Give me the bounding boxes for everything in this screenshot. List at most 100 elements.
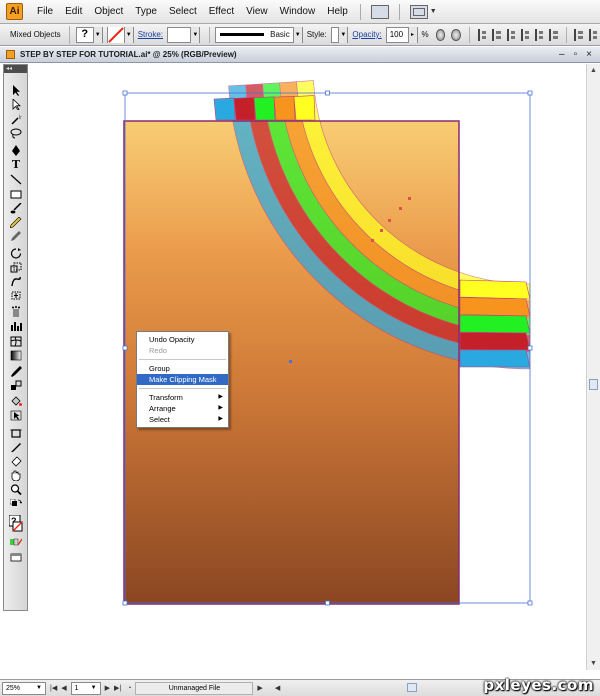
- chevron-down-icon[interactable]: ▼: [123, 26, 133, 43]
- previous-artboard-icon[interactable]: ◀: [61, 684, 66, 692]
- document-title-bar[interactable]: STEP BY STEP FOR TUTORIAL.ai* @ 25% (RGB…: [0, 47, 600, 63]
- screen-mode-icon[interactable]: [9, 552, 23, 563]
- chevron-down-icon[interactable]: ▼: [91, 685, 97, 691]
- restore-button[interactable]: ▫: [574, 49, 578, 60]
- opacity-link[interactable]: Opacity:: [352, 30, 381, 39]
- stroke-weight-field[interactable]: ▼: [167, 26, 201, 43]
- zoom-level-field[interactable]: 25% ▼: [2, 681, 46, 695]
- rectangle-tool-icon[interactable]: [9, 189, 23, 200]
- close-button[interactable]: ×: [586, 49, 592, 60]
- scale-tool-icon[interactable]: [9, 262, 23, 273]
- align-center-icon[interactable]: [492, 28, 501, 41]
- gradient-tool-icon[interactable]: [9, 350, 23, 361]
- opacity-field[interactable]: 100 ▸: [385, 26, 418, 43]
- pencil-tool-icon[interactable]: [9, 217, 23, 228]
- chevron-down-icon[interactable]: ▼: [36, 685, 42, 691]
- scroll-down-icon[interactable]: ▼: [588, 658, 599, 669]
- selection-tool-icon[interactable]: [9, 85, 23, 96]
- arrange-documents-icon[interactable]: [409, 4, 428, 19]
- type-tool-icon[interactable]: T: [9, 158, 23, 171]
- artboard-number-field[interactable]: 1 ▼: [70, 681, 101, 695]
- slice-tool-icon[interactable]: [9, 442, 23, 453]
- warp-tool-icon[interactable]: [9, 276, 23, 287]
- default-fill-stroke-icon[interactable]: [9, 499, 23, 510]
- chevron-down-icon[interactable]: ▼: [190, 26, 200, 43]
- menu-edit[interactable]: Edit: [59, 0, 88, 24]
- selection-handle[interactable]: [122, 90, 128, 96]
- menu-help[interactable]: Help: [321, 0, 354, 24]
- align-bottom-icon[interactable]: [549, 28, 558, 41]
- symbol-sprayer-tool-icon[interactable]: [9, 306, 23, 317]
- rainbow-band-caps[interactable]: [213, 95, 316, 121]
- chevron-right-icon[interactable]: ▸: [407, 26, 417, 43]
- chevron-down-icon[interactable]: ▼: [292, 26, 302, 43]
- artwork-canvas[interactable]: [0, 47, 600, 696]
- status-menu-icon[interactable]: ▶: [257, 684, 262, 692]
- selection-handle[interactable]: [325, 90, 330, 96]
- eraser-tool-icon[interactable]: [9, 456, 23, 467]
- context-menu-item-transform[interactable]: Transform ▶: [137, 392, 228, 403]
- next-artboard-icon[interactable]: ▶: [105, 684, 110, 692]
- rainbow-band-ends[interactable]: [459, 279, 531, 368]
- column-graph-tool-icon[interactable]: [9, 320, 23, 331]
- eyedropper-tool-icon[interactable]: [9, 366, 23, 377]
- live-paint-selection-tool-icon[interactable]: [9, 410, 23, 421]
- chevron-down-icon[interactable]: ▼: [430, 8, 437, 15]
- lasso-tool-icon[interactable]: [9, 128, 23, 139]
- vertical-scroll-thumb[interactable]: [589, 379, 598, 390]
- context-menu-item-group[interactable]: Group: [137, 363, 228, 374]
- minimize-button[interactable]: –: [559, 49, 565, 60]
- fill-stroke-swatch-icon[interactable]: ?: [9, 515, 23, 533]
- rainbow-band-end[interactable]: [459, 279, 531, 300]
- rainbow-band-end[interactable]: [459, 332, 531, 351]
- chevron-down-icon[interactable]: ▼: [338, 26, 348, 43]
- brush-definition-control[interactable]: Basic ▼: [215, 26, 303, 43]
- vertical-scrollbar[interactable]: ▲ ▼: [586, 64, 600, 670]
- selection-handle[interactable]: [325, 600, 330, 606]
- selection-handle[interactable]: [122, 345, 128, 351]
- context-menu-item-select[interactable]: Select ▶: [137, 414, 228, 425]
- rainbow-band-end[interactable]: [459, 297, 531, 317]
- stroke-link[interactable]: Stroke:: [138, 30, 163, 39]
- status-field[interactable]: Unmanaged File: [135, 681, 254, 695]
- chevron-down-icon[interactable]: ▼: [92, 26, 102, 43]
- rotate-tool-icon[interactable]: [9, 248, 23, 259]
- magic-wand-tool-icon[interactable]: [9, 114, 23, 125]
- scroll-left-icon[interactable]: ◀: [275, 684, 280, 692]
- fill-swatch[interactable]: ?: [77, 27, 93, 43]
- paintbrush-tool-icon[interactable]: [9, 203, 23, 214]
- rainbow-band-cap[interactable]: [213, 97, 236, 121]
- hand-tool-icon[interactable]: [9, 470, 23, 481]
- blob-brush-tool-icon[interactable]: [9, 231, 23, 242]
- rainbow-band-end[interactable]: [459, 314, 531, 334]
- horizontal-scroll-thumb[interactable]: [407, 683, 417, 692]
- selection-handle[interactable]: [527, 90, 533, 96]
- document-setup-icon[interactable]: [451, 28, 462, 41]
- rainbow-band-cap[interactable]: [273, 95, 296, 121]
- context-menu-item-arrange[interactable]: Arrange ▶: [137, 403, 228, 414]
- graphic-style-control[interactable]: ▼: [330, 26, 349, 43]
- menu-object[interactable]: Object: [88, 0, 129, 24]
- opacity-value[interactable]: 100: [387, 30, 408, 39]
- selection-handle[interactable]: [122, 600, 128, 606]
- zoom-tool-icon[interactable]: [9, 484, 23, 495]
- direct-selection-tool-icon[interactable]: [9, 99, 23, 110]
- first-artboard-icon[interactable]: |◀: [50, 684, 57, 692]
- scroll-up-icon[interactable]: ▲: [588, 65, 599, 76]
- rainbow-band-cap[interactable]: [293, 95, 316, 121]
- artboard-number-value[interactable]: 1: [75, 685, 79, 692]
- menu-select[interactable]: Select: [163, 0, 203, 24]
- context-menu-item-undo-opacity[interactable]: Undo Opacity: [137, 334, 228, 345]
- menu-effect[interactable]: Effect: [203, 0, 240, 24]
- rainbow-band-cap[interactable]: [253, 96, 276, 121]
- menu-file[interactable]: File: [31, 0, 59, 24]
- last-artboard-icon[interactable]: ▶|: [114, 684, 121, 692]
- recolor-artwork-icon[interactable]: [435, 28, 446, 41]
- stroke-color-control[interactable]: ▼: [106, 26, 134, 43]
- panel-menu-icon[interactable]: [588, 28, 597, 41]
- artboard-tool-icon[interactable]: [9, 428, 23, 439]
- selection-handle[interactable]: [527, 600, 533, 606]
- menu-window[interactable]: Window: [274, 0, 322, 24]
- rainbow-band-end[interactable]: [459, 349, 531, 368]
- fill-color-control[interactable]: ? ▼: [75, 26, 103, 43]
